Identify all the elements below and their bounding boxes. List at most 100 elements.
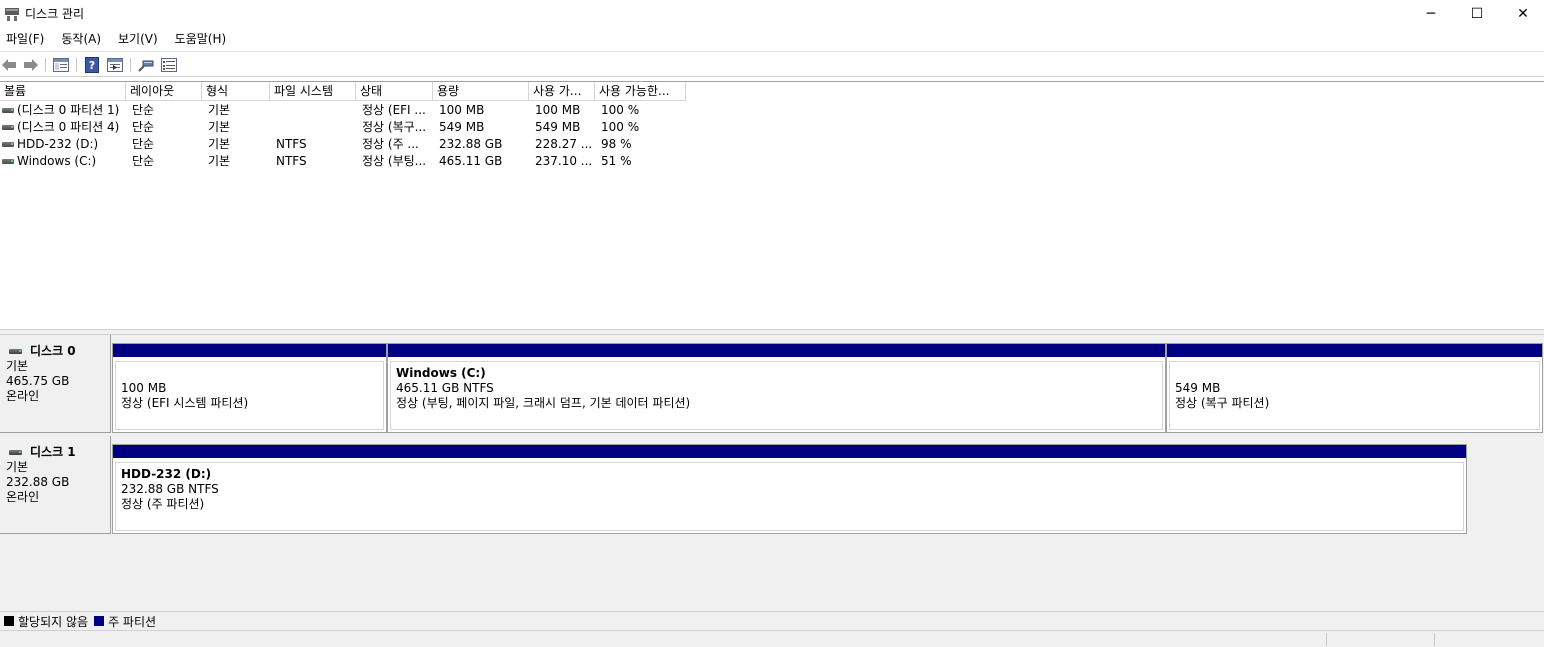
volume-icon [2, 159, 14, 164]
cell-layout: 단순 [132, 120, 155, 134]
minimize-icon: ─ [1426, 6, 1436, 22]
column-header-type[interactable]: 형식 [202, 82, 270, 101]
cell-status: 정상 (복구... [362, 120, 427, 134]
partition-size: 232.88 GB NTFS [121, 482, 219, 496]
minimize-button[interactable]: ─ [1408, 0, 1454, 28]
partition-status: 정상 (부팅, 페이지 파일, 크래시 덤프, 기본 데이터 파티션) [396, 396, 691, 410]
cell-layout: 단순 [132, 154, 155, 168]
table-row[interactable]: (디스크 0 파티션 1) 단순 기본 정상 (EFI ... 100 MB 1… [0, 102, 700, 119]
column-header-layout[interactable]: 레이아웃 [126, 82, 202, 101]
console-tree-icon [53, 58, 69, 72]
window-title: 디스크 관리 [25, 7, 85, 21]
menu-help[interactable]: 도움말(H) [169, 28, 233, 50]
cell-file-system: NTFS [276, 137, 307, 151]
cell-percent-free: 100 % [601, 103, 640, 117]
column-header-file-system[interactable]: 파일 시스템 [270, 82, 356, 101]
properties-icon [107, 58, 123, 72]
connect-icon [138, 60, 154, 72]
table-row[interactable]: Windows (C:) 단순 기본 NTFS 정상 (부팅... 465.11… [0, 153, 700, 170]
cell-file-system [276, 102, 354, 119]
properties-button[interactable] [106, 56, 124, 74]
show-hide-console-tree-button[interactable] [52, 56, 70, 74]
legend-unallocated: 할당되지 않음 [4, 613, 88, 630]
disk-row-1: 디스크 1 기본 232.88 GB 온라인 HDD-232 (D:) 232.… [0, 436, 1544, 534]
unallocated-swatch-icon [4, 616, 14, 626]
toolbar: ? [0, 51, 1544, 77]
primary-partition-swatch-icon [94, 616, 105, 626]
cell-status: 정상 (주 ... [362, 137, 419, 151]
disk-1-label[interactable]: 디스크 1 기본 232.88 GB 온라인 [0, 436, 111, 534]
table-row[interactable]: HDD-232 (D:) 단순 기본 NTFS 정상 (주 ... 232.88… [0, 136, 700, 153]
cell-status: 정상 (부팅... [362, 154, 427, 168]
table-row[interactable]: (디스크 0 파티션 4) 단순 기본 정상 (복구... 549 MB 549… [0, 119, 700, 136]
help-button[interactable]: ? [83, 56, 101, 74]
disk-name: 디스크 0 [30, 344, 76, 358]
connect-button[interactable] [137, 56, 155, 74]
cell-free-space: 100 MB [535, 103, 581, 117]
help-icon: ? [85, 57, 99, 73]
volume-icon [2, 142, 14, 147]
cell-capacity: 549 MB [439, 120, 485, 134]
list-view-button[interactable] [160, 56, 178, 74]
cell-free-space: 237.10 ... [535, 154, 593, 168]
menu-file[interactable]: 파일(F) [0, 28, 50, 50]
cell-type: 기본 [208, 103, 231, 117]
column-header-free-space[interactable]: 사용 가... [529, 82, 595, 101]
forward-button[interactable] [22, 56, 40, 74]
disk-type: 기본 [6, 460, 29, 474]
legend-label: 주 파티션 [108, 614, 157, 629]
forward-arrow-icon [24, 59, 38, 71]
cell-free-space: 228.27 ... [535, 137, 593, 151]
cell-type: 기본 [208, 137, 231, 151]
column-header-percent-free[interactable]: 사용 가능한... [595, 82, 686, 101]
partition-recovery[interactable]: 549 MB 정상 (복구 파티션) [1166, 343, 1543, 433]
partition-size: 100 MB [121, 381, 167, 395]
menu-action[interactable]: 동작(A) [55, 28, 107, 50]
back-button[interactable] [0, 56, 18, 74]
cell-volume: (디스크 0 파티션 1) [17, 103, 120, 117]
partition-color-bar [113, 445, 1466, 460]
partition-color-bar [1167, 344, 1542, 359]
disk-state: 온라인 [6, 389, 40, 403]
partition-windows-c[interactable]: Windows (C:) 465.11 GB NTFS 정상 (부팅, 페이지 … [387, 343, 1166, 433]
cell-type: 기본 [208, 154, 231, 168]
cell-capacity: 232.88 GB [439, 137, 503, 151]
disk-size: 232.88 GB [6, 475, 70, 489]
cell-percent-free: 98 % [601, 137, 632, 151]
menu-bar: 파일(F) 동작(A) 보기(V) 도움말(H) [0, 28, 1544, 50]
svg-text:?: ? [89, 59, 95, 72]
legend-primary-partition: 주 파티션 [94, 613, 156, 630]
legend-label: 할당되지 않음 [18, 614, 89, 629]
disk-size: 465.75 GB [6, 374, 70, 388]
partition-hdd-232-d[interactable]: HDD-232 (D:) 232.88 GB NTFS 정상 (주 파티션) [112, 444, 1467, 534]
toolbar-separator [130, 58, 131, 72]
toolbar-separator [45, 58, 46, 72]
cell-percent-free: 100 % [601, 120, 640, 134]
cell-status: 정상 (EFI ... [362, 103, 426, 117]
cell-layout: 단순 [132, 137, 155, 151]
cell-file-system [276, 119, 354, 136]
column-header-capacity[interactable]: 용량 [433, 82, 529, 101]
cell-volume: (디스크 0 파티션 4) [17, 120, 120, 134]
close-button[interactable]: ✕ [1500, 0, 1544, 28]
partition-efi[interactable]: 100 MB 정상 (EFI 시스템 파티션) [112, 343, 387, 433]
back-arrow-icon [2, 59, 16, 71]
maximize-button[interactable]: ☐ [1454, 0, 1500, 28]
cell-layout: 단순 [132, 103, 155, 117]
status-bar [0, 630, 1544, 647]
title-bar: 디스크 관리 ─ ☐ ✕ [0, 0, 1544, 28]
legend: 할당되지 않음 주 파티션 [0, 611, 1544, 630]
cell-volume: HDD-232 (D:) [17, 137, 99, 151]
maximize-icon: ☐ [1470, 6, 1484, 22]
disk-state: 온라인 [6, 490, 40, 504]
column-header-volume[interactable]: 볼륨 [0, 82, 126, 101]
cell-percent-free: 51 % [601, 154, 632, 168]
partition-status: 정상 (EFI 시스템 파티션) [121, 396, 249, 410]
column-header-status[interactable]: 상태 [356, 82, 433, 101]
cell-capacity: 100 MB [439, 103, 485, 117]
disk-0-label[interactable]: 디스크 0 기본 465.75 GB 온라인 [0, 335, 111, 433]
volume-list[interactable]: 볼륨 레이아웃 형식 파일 시스템 상태 용량 사용 가... 사용 가능한..… [0, 81, 1544, 329]
disk-management-icon [4, 6, 20, 22]
menu-view[interactable]: 보기(V) [112, 28, 164, 50]
cell-free-space: 549 MB [535, 120, 581, 134]
